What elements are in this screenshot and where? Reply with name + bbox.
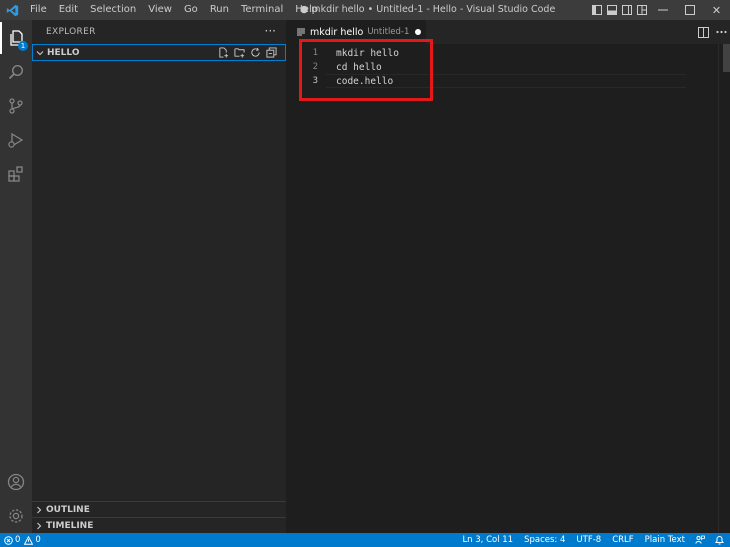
menu-terminal[interactable]: Terminal <box>235 0 289 20</box>
red-highlight-box <box>299 39 433 101</box>
toggle-secondary-sidebar-icon[interactable] <box>619 0 634 20</box>
manage-gear-icon[interactable] <box>0 500 32 532</box>
vertical-scrollbar[interactable] <box>718 44 730 533</box>
customize-layout-icon[interactable] <box>634 0 649 20</box>
collapse-all-icon[interactable] <box>263 45 279 60</box>
warning-icon <box>24 535 34 545</box>
toggle-panel-icon[interactable] <box>604 0 619 20</box>
account-icon[interactable] <box>0 466 32 498</box>
chevron-right-icon <box>32 502 46 517</box>
encoding[interactable]: UTF-8 <box>576 533 601 547</box>
folder-hello-section[interactable]: HELLO <box>32 44 286 61</box>
chevron-down-icon <box>33 45 47 60</box>
folder-name: HELLO <box>47 47 80 58</box>
minimize-button[interactable] <box>649 0 676 20</box>
explorer-header: EXPLORER <box>46 27 96 37</box>
menu-bar: File Edit Selection View Go Run Terminal… <box>24 0 324 20</box>
error-count: 0 <box>15 535 21 545</box>
tab-description: Untitled-1 <box>367 27 410 37</box>
menu-run[interactable]: Run <box>204 0 235 20</box>
search-icon[interactable] <box>0 56 32 88</box>
activity-bar: 1 <box>0 20 32 533</box>
more-actions-icon[interactable]: ··· <box>265 20 276 42</box>
menu-file[interactable]: File <box>24 0 53 20</box>
folder-actions <box>215 45 279 60</box>
maximize-button[interactable] <box>676 0 703 20</box>
explorer-icon[interactable]: 1 <box>0 22 32 54</box>
chevron-right-icon <box>32 518 46 533</box>
window-title: ● mkdir hello • Untitled-1 - Hello - Vis… <box>300 4 556 15</box>
tab-label: mkdir hello <box>310 26 364 38</box>
source-control-icon[interactable] <box>0 90 32 122</box>
explorer-sidebar: EXPLORER ··· HELLO OUTLINE TIMELINE <box>32 20 286 533</box>
outline-section[interactable]: OUTLINE <box>32 501 286 517</box>
timeline-label: TIMELINE <box>46 520 94 531</box>
feedback-icon[interactable] <box>695 535 705 545</box>
cursor-position[interactable]: Ln 3, Col 11 <box>462 533 513 547</box>
status-bar: 0 0 Ln 3, Col 11 Spaces: 4 UTF-8 CRLF Pl… <box>0 533 730 547</box>
more-editor-actions-icon[interactable] <box>712 20 730 44</box>
title-bar: File Edit Selection View Go Run Terminal… <box>0 0 730 20</box>
menu-go[interactable]: Go <box>178 0 204 20</box>
error-icon <box>4 535 13 545</box>
new-file-icon[interactable] <box>215 45 231 60</box>
notifications-bell-icon[interactable] <box>715 535 724 545</box>
title-controls: ✕ <box>589 0 730 20</box>
editor-group: mkdir hello Untitled-1 1 mkdir hello 2 c… <box>286 20 730 533</box>
code-editor[interactable]: 1 mkdir hello 2 cd hello 3 code.hello <box>286 39 730 533</box>
warning-count: 0 <box>35 535 41 545</box>
language-mode[interactable]: Plain Text <box>645 533 685 547</box>
unsaved-dot-icon[interactable] <box>415 29 422 35</box>
new-folder-icon[interactable] <box>231 45 247 60</box>
outline-label: OUTLINE <box>46 504 90 515</box>
menu-edit[interactable]: Edit <box>53 0 84 20</box>
close-window-button[interactable]: ✕ <box>703 0 730 20</box>
toggle-primary-sidebar-icon[interactable] <box>589 0 604 20</box>
timeline-section[interactable]: TIMELINE <box>32 517 286 533</box>
vscode-logo-icon[interactable] <box>0 0 24 20</box>
end-of-line[interactable]: CRLF <box>612 533 633 547</box>
split-editor-icon[interactable] <box>694 20 712 44</box>
plain-text-file-icon <box>297 28 306 37</box>
indentation[interactable]: Spaces: 4 <box>524 533 565 547</box>
refresh-icon[interactable] <box>247 45 263 60</box>
run-and-debug-icon[interactable] <box>0 124 32 156</box>
extensions-icon[interactable] <box>0 158 32 190</box>
scrollbar-thumb[interactable] <box>723 44 730 72</box>
editor-actions <box>694 20 730 44</box>
status-right: Ln 3, Col 11 Spaces: 4 UTF-8 CRLF Plain … <box>451 533 724 547</box>
status-problems[interactable]: 0 0 <box>4 533 41 547</box>
explorer-badge: 1 <box>18 41 28 51</box>
menu-view[interactable]: View <box>142 0 178 20</box>
menu-selection[interactable]: Selection <box>84 0 142 20</box>
